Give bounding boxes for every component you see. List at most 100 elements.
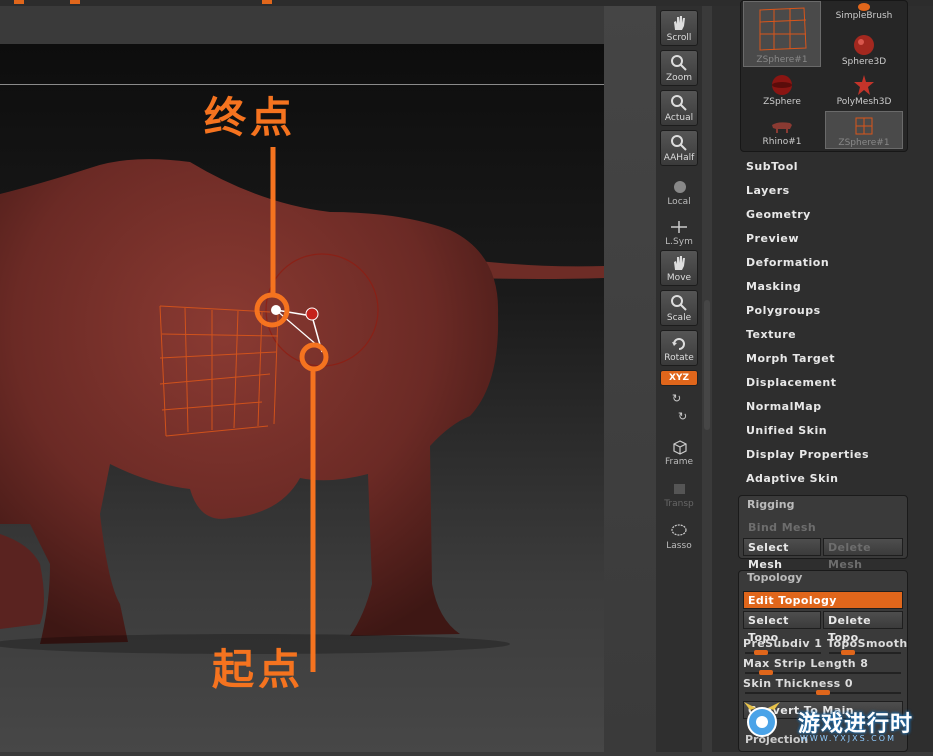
menu-adaptive-skin[interactable]: Adaptive Skin: [746, 472, 839, 485]
xyz-button[interactable]: XYZ: [660, 370, 698, 386]
lasso-label: Lasso: [666, 541, 692, 551]
frame-button[interactable]: Frame: [660, 434, 698, 470]
slider-knob[interactable]: [759, 670, 774, 675]
tool-item-label: ZSphere#1: [756, 55, 808, 65]
menu-preview[interactable]: Preview: [746, 232, 799, 245]
tool-item-label: ZSphere#1: [838, 138, 890, 148]
move-hand-icon: [674, 256, 685, 270]
delete-topo-button[interactable]: Delete Topo: [823, 611, 903, 644]
tool-item-zsphere-active[interactable]: ZSphere#1: [825, 111, 903, 149]
menu-geometry[interactable]: Geometry: [746, 208, 811, 221]
sphere3d-icon: [854, 35, 874, 55]
presubdiv-slider[interactable]: PreSubdiv 1: [743, 637, 823, 657]
slider-knob[interactable]: [754, 650, 769, 655]
scale-icon: [671, 295, 687, 311]
rotate-label: Rotate: [664, 353, 694, 363]
lsym-label: L.Sym: [665, 237, 693, 247]
polymesh3d-star-icon: [854, 75, 874, 95]
aahalf-label: AAHalf: [663, 153, 695, 163]
tool-item-label: Rhino#1: [762, 137, 802, 147]
tool-item-zsphere[interactable]: ZSphere: [743, 71, 821, 109]
slider-track: [829, 652, 901, 654]
zoom-label: Zoom: [666, 73, 692, 83]
simplebrush-icon: [858, 3, 870, 11]
tool-item-rhino[interactable]: Rhino#1: [743, 111, 821, 149]
scale-button[interactable]: Scale: [660, 290, 698, 326]
local-sphere-icon: [674, 181, 686, 193]
tool-item-polymesh3d[interactable]: PolyMesh3D: [825, 71, 903, 109]
tool-item-zsphere-rig[interactable]: ZSphere#1: [743, 1, 821, 67]
lsym-button[interactable]: L.Sym: [660, 214, 698, 250]
scroll-hand-icon: [674, 16, 685, 30]
aahalf-button[interactable]: AAHalf: [660, 130, 698, 166]
watermark-url: WWW.YXJXS.COM: [800, 734, 896, 743]
frame-label: Frame: [664, 457, 694, 467]
slider-knob[interactable]: [840, 650, 855, 655]
scroll-button[interactable]: Scroll: [660, 10, 698, 46]
zoom-magnifier-icon: [671, 55, 687, 71]
skin-thickness-label: Skin Thickness 0: [743, 677, 853, 690]
slider-knob[interactable]: [816, 690, 830, 695]
local-label: Local: [667, 197, 691, 207]
menu-subtool[interactable]: SubTool: [746, 160, 798, 173]
rotate-button[interactable]: Rotate: [660, 330, 698, 366]
zoom-button[interactable]: Zoom: [660, 50, 698, 86]
zsphere-rig-small-icon: [855, 117, 873, 135]
transparency-icon: [674, 484, 685, 494]
menu-displacement[interactable]: Displacement: [746, 376, 837, 389]
zsphere-rig-thumb: [759, 7, 807, 51]
menu-unified-skin[interactable]: Unified Skin: [746, 424, 827, 437]
tool-item-label: SimpleBrush: [835, 11, 893, 21]
toposmooth-slider[interactable]: TopoSmooth: [827, 637, 907, 657]
edit-topology-button[interactable]: Edit Topology: [743, 591, 903, 609]
select-topo-button[interactable]: Select Topo: [743, 611, 821, 644]
scale-label: Scale: [666, 313, 692, 323]
scroll-label: Scroll: [666, 33, 692, 43]
topology-title[interactable]: Topology: [747, 571, 802, 584]
lasso-icon: [671, 524, 687, 536]
zsphere-icon: [772, 75, 792, 95]
end-point-label: 终点: [204, 93, 297, 142]
rotate-z-icon[interactable]: ↻: [678, 410, 687, 423]
move-button[interactable]: Move: [660, 250, 698, 286]
delete-mesh-button[interactable]: Delete Mesh: [823, 538, 903, 571]
menu-normalmap[interactable]: NormalMap: [746, 400, 822, 413]
tool-item-simplebrush[interactable]: SimpleBrush: [825, 1, 903, 29]
transp-button[interactable]: Transp: [660, 476, 698, 512]
local-symmetry-icon: [671, 221, 687, 233]
skin-thickness-slider[interactable]: Skin Thickness 0: [743, 677, 903, 697]
actual-label: Actual: [664, 113, 694, 123]
rotate-icon: [672, 338, 685, 350]
lasso-button[interactable]: Lasso: [660, 518, 698, 554]
max-strip-length-slider[interactable]: Max Strip Length 8: [743, 657, 903, 677]
tool-item-label: ZSphere: [763, 97, 801, 107]
frame-cube-icon: [673, 440, 687, 455]
actual-button[interactable]: Actual: [660, 90, 698, 126]
menu-morph-target[interactable]: Morph Target: [746, 352, 835, 365]
menu-display-properties[interactable]: Display Properties: [746, 448, 869, 461]
local-button[interactable]: Local: [660, 174, 698, 210]
actual-size-icon: [671, 95, 687, 111]
select-mesh-button[interactable]: Select Mesh: [743, 538, 821, 571]
presubdiv-label: PreSubdiv 1: [743, 637, 823, 650]
menu-texture[interactable]: Texture: [746, 328, 796, 341]
menu-masking[interactable]: Masking: [746, 280, 801, 293]
bind-mesh-button[interactable]: Bind Mesh: [743, 518, 903, 536]
menu-layers[interactable]: Layers: [746, 184, 790, 197]
menu-polygroups[interactable]: Polygroups: [746, 304, 821, 317]
start-point-label: 起点: [212, 645, 305, 694]
tool-item-label: Sphere3D: [841, 57, 887, 67]
palette-scrollbar[interactable]: [704, 300, 710, 430]
max-strip-length-label: Max Strip Length 8: [743, 657, 869, 670]
rigging-title[interactable]: Rigging: [747, 498, 794, 511]
viewport-frame-line: [0, 84, 604, 85]
rhino-thumb-icon: [772, 122, 792, 133]
rotate-y-icon[interactable]: ↻: [672, 392, 681, 405]
move-label: Move: [666, 273, 692, 283]
right-shelf: Scroll Zoom Actual AAHalf Local L.Sym Mo…: [656, 6, 702, 752]
tool-item-sphere3d[interactable]: Sphere3D: [825, 31, 903, 69]
transp-label: Transp: [664, 499, 694, 509]
document-viewport[interactable]: 终点 起点: [0, 44, 604, 752]
menu-deformation[interactable]: Deformation: [746, 256, 829, 269]
tool-thumbnails: ZSphere#1 SimpleBrush Sphere3D ZSphere P…: [740, 0, 908, 152]
